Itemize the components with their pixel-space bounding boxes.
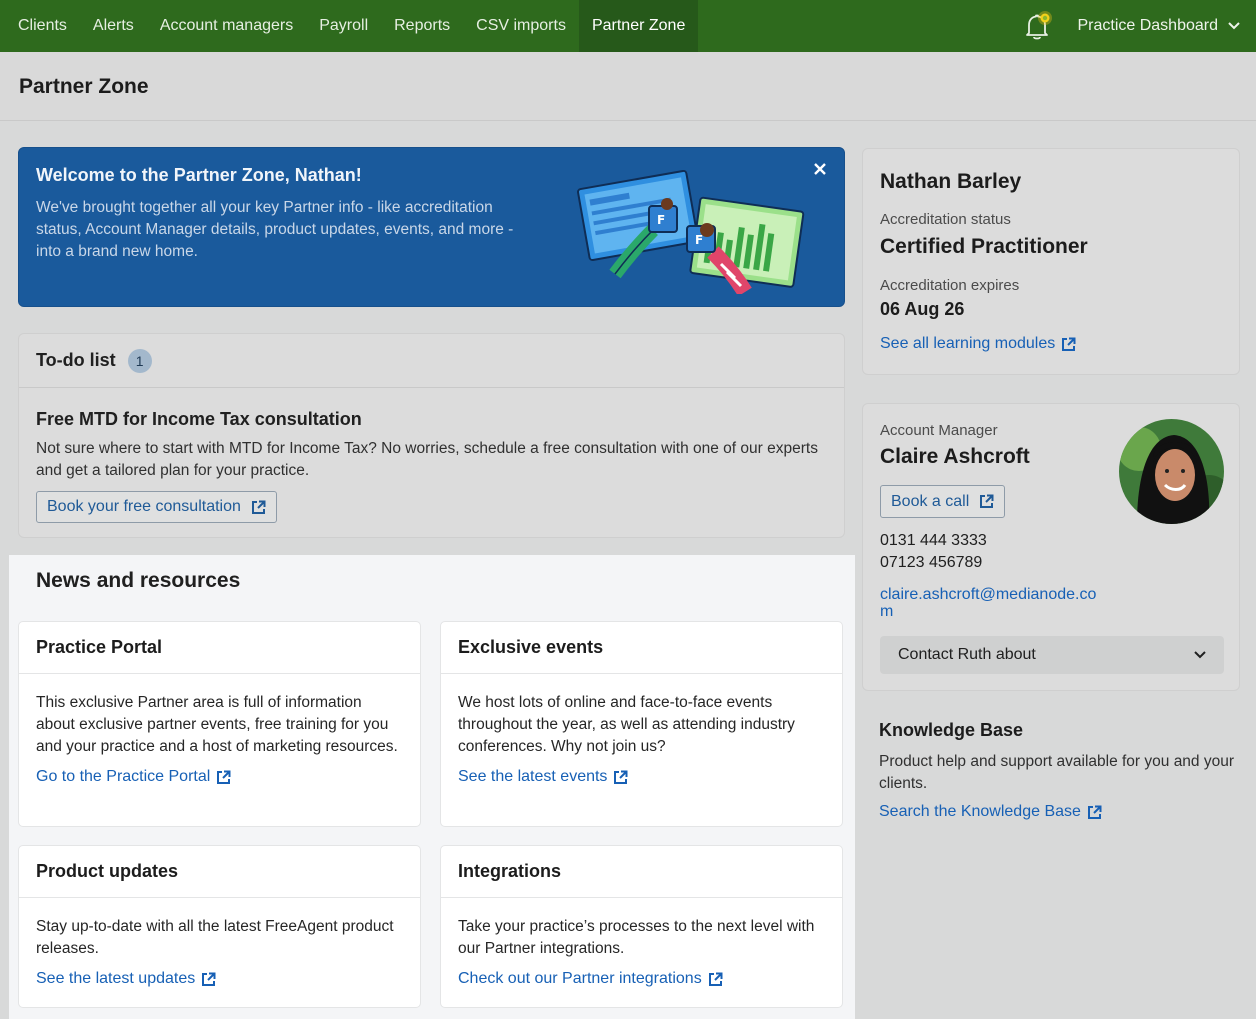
svg-text:F: F <box>657 213 665 227</box>
todo-list-panel: To-do list 1 Free MTD for Income Tax con… <box>18 333 845 538</box>
book-call-label: Book a call <box>891 492 970 510</box>
accreditation-card: Nathan Barley Accreditation status Certi… <box>862 148 1240 375</box>
chevron-down-icon <box>1228 22 1240 30</box>
accreditation-status-label: Accreditation status <box>880 211 1011 228</box>
welcome-banner: Welcome to the Partner Zone, Nathan! We'… <box>18 147 845 307</box>
integrations-card: Integrations Take your practice’s proces… <box>440 845 843 1008</box>
avatar <box>1119 419 1224 524</box>
nav-reports[interactable]: Reports <box>381 0 463 52</box>
practice-portal-card: Practice Portal This exclusive Partner a… <box>18 621 421 827</box>
welcome-title: Welcome to the Partner Zone, Nathan! <box>36 165 362 185</box>
card-title: Integrations <box>441 846 842 898</box>
card-text: We host lots of online and face-to-face … <box>458 694 795 755</box>
account-manager-card: Account Manager Claire Ashcroft Book a c… <box>862 403 1240 691</box>
card-title: Practice Portal <box>19 622 420 674</box>
nav-alerts[interactable]: Alerts <box>80 0 147 52</box>
knowledge-base-section: Knowledge Base Product help and support … <box>879 720 1239 821</box>
learning-modules-link[interactable]: See all learning modules <box>880 335 1076 353</box>
nav-account-managers[interactable]: Account managers <box>147 0 306 52</box>
link-label: Search the Knowledge Base <box>879 803 1081 820</box>
manager-phone-mobile: 07123 456789 <box>880 554 983 571</box>
partner-integrations-link[interactable]: Check out our Partner integrations <box>458 968 723 990</box>
latest-updates-link[interactable]: See the latest updates <box>36 968 216 990</box>
accreditation-expires-label: Accreditation expires <box>880 277 1020 294</box>
external-link-icon <box>980 494 994 508</box>
card-title: Product updates <box>19 846 420 898</box>
link-label: See the latest events <box>458 768 608 785</box>
book-consultation-button[interactable]: Book your free consultation <box>36 491 277 523</box>
external-link-icon <box>614 770 628 784</box>
nav-partner-zone[interactable]: Partner Zone <box>578 0 699 52</box>
accreditation-status: Certified Practitioner <box>880 235 1088 258</box>
external-link-icon <box>251 500 266 514</box>
news-and-resources-section: News and resources Practice Portal This … <box>9 555 855 1019</box>
external-link-icon <box>202 972 216 986</box>
practice-dashboard-label: Practice Dashboard <box>1077 17 1218 34</box>
welcome-text: We've brought together all your key Part… <box>36 199 514 260</box>
news-title: News and resources <box>36 569 241 592</box>
todo-item-title: Free MTD for Income Tax consultation <box>36 409 362 429</box>
accreditation-expires: 06 Aug 26 <box>880 299 965 319</box>
card-text: This exclusive Partner area is full of i… <box>36 694 398 755</box>
close-icon[interactable] <box>812 162 828 178</box>
external-link-icon <box>217 770 231 784</box>
manager-email-link[interactable]: claire.ashcroft@medianode.com <box>880 586 1105 620</box>
practice-dashboard-menu[interactable]: Practice Dashboard <box>1077 17 1256 35</box>
card-text: Stay up-to-date with all the latest Free… <box>36 918 394 957</box>
account-manager-role: Account Manager <box>880 422 998 439</box>
link-label: See the latest updates <box>36 970 196 987</box>
contact-topic-select[interactable]: Contact Ruth about <box>880 636 1224 674</box>
contact-topic-label: Contact Ruth about <box>898 646 1036 663</box>
latest-events-link[interactable]: See the latest events <box>458 766 628 788</box>
card-title: Exclusive events <box>441 622 842 674</box>
manager-phone-landline: 0131 444 3333 <box>880 532 987 549</box>
link-label: Check out our Partner integrations <box>458 970 702 987</box>
exclusive-events-card: Exclusive events We host lots of online … <box>440 621 843 827</box>
nav-payroll[interactable]: Payroll <box>306 0 381 52</box>
nav-clients[interactable]: Clients <box>0 0 80 52</box>
nav-csv-imports[interactable]: CSV imports <box>463 0 579 52</box>
book-consultation-label: Book your free consultation <box>47 498 241 515</box>
top-navigation: Clients Alerts Account managers Payroll … <box>0 0 1256 52</box>
chevron-down-icon <box>1194 651 1206 659</box>
link-label: See all learning modules <box>880 335 1056 352</box>
notification-bell-icon[interactable] <box>1017 6 1057 46</box>
partner-name: Nathan Barley <box>880 170 1022 193</box>
todo-count-badge: 1 <box>127 348 152 373</box>
link-label: Go to the Practice Portal <box>36 768 211 785</box>
account-manager-name: Claire Ashcroft <box>880 445 1030 468</box>
search-knowledge-base-link[interactable]: Search the Knowledge Base <box>879 803 1102 821</box>
external-link-icon <box>1087 805 1102 819</box>
todo-title: To-do list <box>36 350 116 370</box>
practice-portal-link[interactable]: Go to the Practice Portal <box>36 766 231 788</box>
todo-item-text: Not sure where to start with MTD for Inc… <box>36 440 818 479</box>
book-call-button[interactable]: Book a call <box>880 485 1006 518</box>
knowledge-base-title: Knowledge Base <box>879 720 1024 740</box>
external-link-icon <box>1062 337 1076 351</box>
card-text: Take your practice’s processes to the ne… <box>458 918 815 957</box>
knowledge-base-text: Product help and support available for y… <box>879 753 1235 792</box>
svg-text:F: F <box>695 233 703 247</box>
page-header: Partner Zone <box>0 52 1256 121</box>
page-title: Partner Zone <box>19 75 149 98</box>
product-updates-card: Product updates Stay up-to-date with all… <box>18 845 421 1008</box>
partner-illustration: F F <box>575 166 805 297</box>
external-link-icon <box>708 972 723 986</box>
